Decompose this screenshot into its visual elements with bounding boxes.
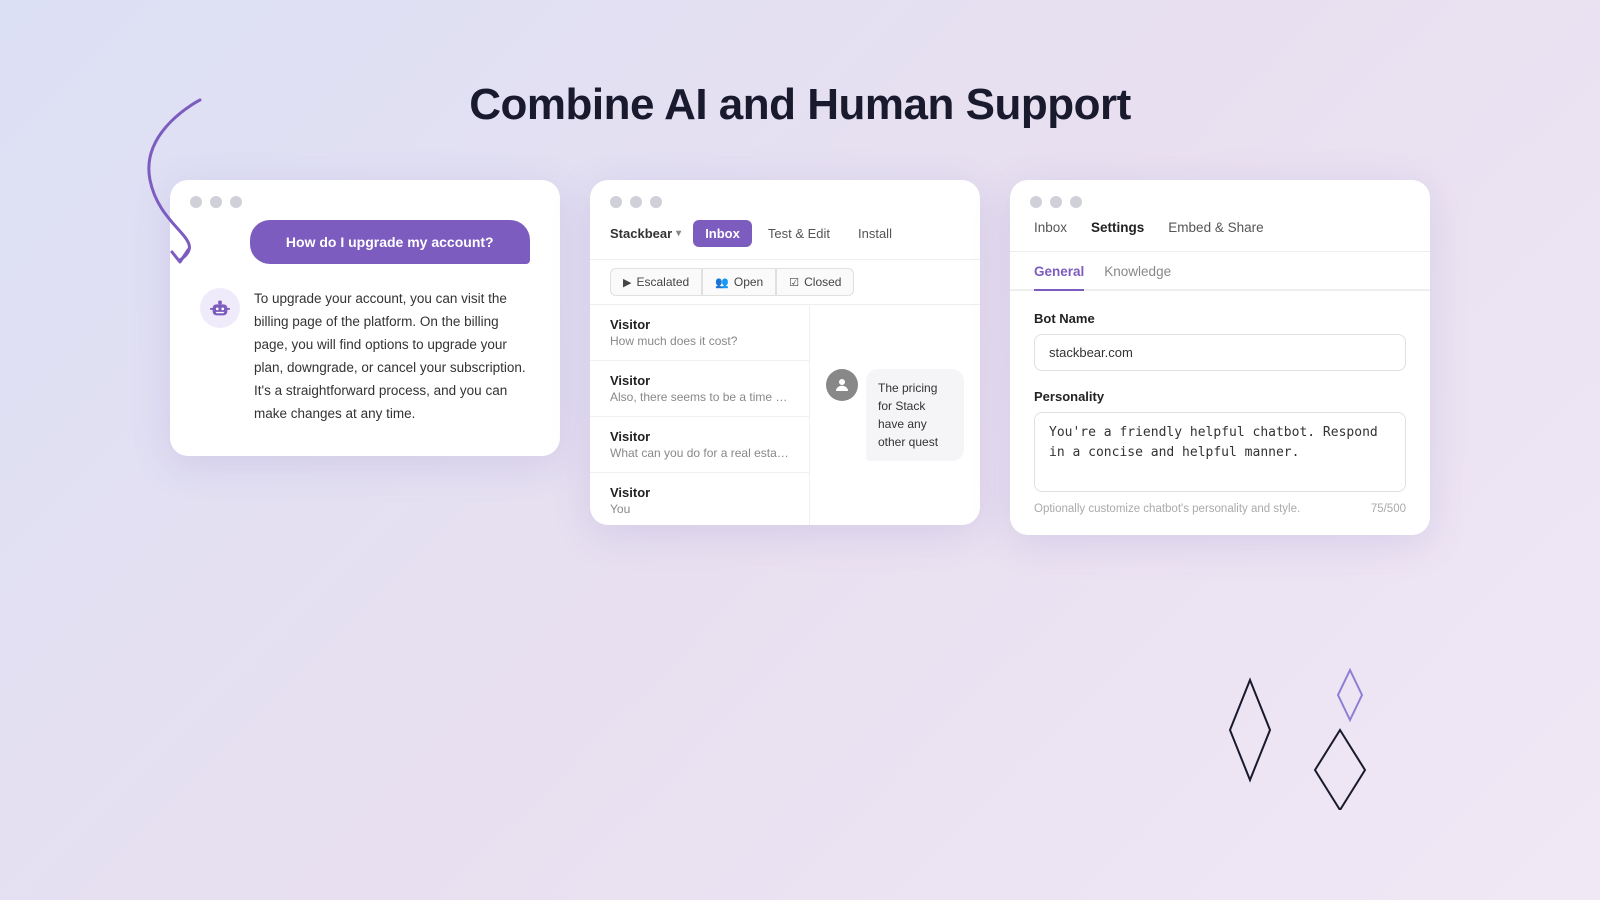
escalated-icon: ▶	[623, 276, 631, 289]
inbox-sidebar: Visitor How much does it cost? Visitor A…	[590, 305, 810, 525]
inbox-brand: Stackbear ▾	[610, 226, 681, 241]
inbox-item-preview-1: How much does it cost?	[610, 334, 789, 348]
bot-name-input[interactable]	[1034, 334, 1406, 371]
filter-escalated-label: Escalated	[636, 275, 689, 289]
open-icon: 👥	[715, 276, 729, 289]
filter-open[interactable]: 👥 Open	[702, 268, 776, 296]
inbox-item-name-3: Visitor	[610, 429, 789, 444]
filter-open-label: Open	[734, 275, 763, 289]
settings-hint-row: Optionally customize chatbot's personali…	[1034, 503, 1406, 515]
user-bubble: How do I upgrade my account?	[250, 220, 531, 264]
sub-nav-knowledge[interactable]: Knowledge	[1104, 264, 1171, 289]
inbox-item-name-4: Visitor	[610, 485, 789, 500]
agent-avatar	[826, 369, 858, 401]
personality-count: 75/500	[1371, 503, 1406, 515]
dot-9	[1070, 196, 1082, 208]
inbox-item-preview-4: You	[610, 502, 789, 516]
card-settings: Inbox Settings Embed & Share General Kno…	[1010, 180, 1430, 535]
dot-7	[1030, 196, 1042, 208]
inbox-main: Visitor How much does it cost? Visitor A…	[590, 305, 980, 525]
inbox-item-3[interactable]: Visitor What can you do for a real estat…	[590, 417, 809, 473]
nav-settings[interactable]: Settings	[1091, 220, 1144, 237]
agent-message: The pricing for Stack have any other que…	[866, 369, 964, 461]
sub-nav-general[interactable]: General	[1034, 264, 1084, 291]
inbox-item-1[interactable]: Visitor How much does it cost?	[590, 305, 809, 361]
tab-inbox[interactable]: Inbox	[693, 220, 752, 247]
dot-5	[630, 196, 642, 208]
nav-inbox[interactable]: Inbox	[1034, 220, 1067, 237]
inbox-tabs: Stackbear ▾ Inbox Test & Edit Install	[590, 220, 980, 260]
inbox-item-preview-3: What can you do for a real estate site?	[610, 446, 789, 460]
inbox-item-2[interactable]: Visitor Also, there seems to be a time l…	[590, 361, 809, 417]
cards-container: How do I upgrade my account? To upgrade …	[0, 130, 1600, 535]
curl-decoration	[120, 90, 240, 270]
dot-4	[610, 196, 622, 208]
inbox-item-4[interactable]: Visitor You	[590, 473, 809, 525]
window-chrome-inbox	[590, 180, 980, 220]
dot-8	[1050, 196, 1062, 208]
personality-label: Personality	[1034, 389, 1406, 404]
chat-response-area: To upgrade your account, you can visit t…	[200, 288, 530, 426]
bot-avatar	[200, 288, 240, 328]
filter-closed-label: Closed	[804, 275, 841, 289]
filter-closed[interactable]: ☑ Closed	[776, 268, 854, 296]
tab-test-edit[interactable]: Test & Edit	[756, 220, 842, 247]
window-chrome-settings	[1010, 180, 1430, 220]
personality-textarea[interactable]: You're a friendly helpful chatbot. Respo…	[1034, 412, 1406, 492]
page-title: Combine AI and Human Support	[0, 0, 1600, 130]
settings-body: Bot Name Personality You're a friendly h…	[1010, 291, 1430, 535]
inbox-item-preview-2: Also, there seems to be a time limit on …	[610, 390, 789, 404]
inbox-item-name-2: Visitor	[610, 373, 789, 388]
chat-response-text: To upgrade your account, you can visit t…	[254, 288, 530, 426]
brand-name: Stackbear	[610, 226, 672, 241]
chevron-icon: ▾	[676, 228, 681, 239]
diamond-decoration	[1200, 660, 1400, 810]
nav-embed-share[interactable]: Embed & Share	[1168, 220, 1263, 237]
inbox-item-name-1: Visitor	[610, 317, 789, 332]
card-inbox: Stackbear ▾ Inbox Test & Edit Install ▶ …	[590, 180, 980, 525]
inbox-chat-area: The pricing for Stack have any other que…	[810, 305, 980, 525]
tab-install[interactable]: Install	[846, 220, 904, 247]
settings-sub-nav: General Knowledge	[1010, 252, 1430, 291]
inbox-filter-tabs: ▶ Escalated 👥 Open ☑ Closed	[590, 260, 980, 305]
personality-hint: Optionally customize chatbot's personali…	[1034, 503, 1300, 515]
filter-escalated[interactable]: ▶ Escalated	[610, 268, 702, 296]
dot-6	[650, 196, 662, 208]
bot-name-label: Bot Name	[1034, 311, 1406, 326]
settings-nav: Inbox Settings Embed & Share	[1010, 220, 1430, 252]
closed-icon: ☑	[789, 276, 799, 289]
agent-bubble: The pricing for Stack have any other que…	[826, 369, 964, 461]
